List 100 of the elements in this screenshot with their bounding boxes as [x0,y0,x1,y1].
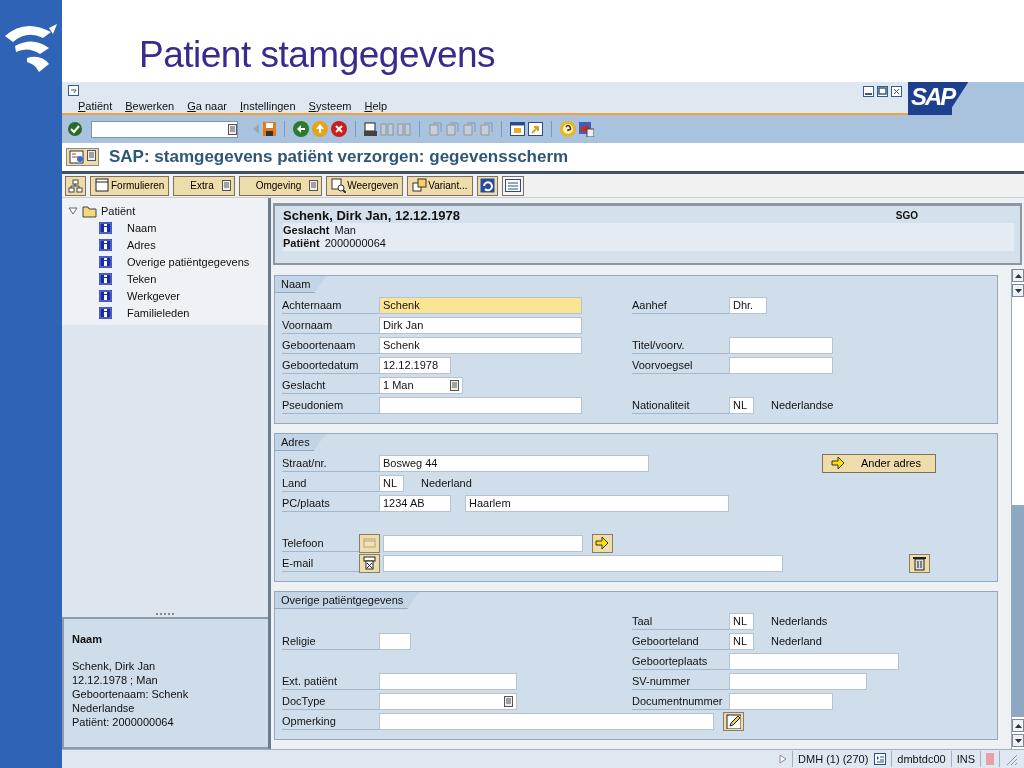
collapse-triangle-icon[interactable] [68,205,78,216]
fact-value: 2000000064 [324,237,386,250]
variant-icon [412,178,428,193]
input-field[interactable] [379,692,517,710]
input-field[interactable]: Schenk [379,296,582,314]
menu-item[interactable]: Patiënt [78,100,113,112]
toolbar-button[interactable]: Weergeven [326,175,404,196]
input-field[interactable]: 12.12.1978 [379,356,451,374]
input-field[interactable]: Haarlem [465,494,729,512]
info-text: Geboortenaam: Schenk [72,687,190,701]
refresh-button[interactable] [476,175,498,196]
field-description: Nederlands [771,615,828,627]
tree-item[interactable]: Adres [127,238,156,251]
print-icon[interactable] [364,122,377,136]
save-icon[interactable] [263,122,276,136]
new-session-icon[interactable] [510,122,525,136]
slide-title: Patient stamgegevens [138,33,497,77]
arrow-icon [831,456,845,470]
edit-button[interactable] [723,711,744,731]
fact-label: Patiënt [283,237,320,250]
input-field[interactable]: 1 Man [379,376,463,394]
input-field[interactable] [383,534,583,552]
session-list-icon[interactable] [874,753,887,765]
input-field[interactable] [379,672,517,690]
folder-icon [82,203,97,218]
scroll-up-icon[interactable] [1014,723,1022,728]
display-icon [331,178,347,193]
layout-icon[interactable] [579,121,594,137]
info-icon [99,306,112,319]
status-light-icon [986,753,994,765]
scroll-thumb[interactable] [1012,505,1024,717]
tree-item[interactable]: Familieleden [127,306,190,319]
menu-item[interactable]: Instellingen [239,100,296,112]
mail-button[interactable] [359,553,380,573]
info-icon [99,272,112,285]
tree-item[interactable]: Naam [127,221,157,234]
dropdown-icon[interactable] [228,123,237,135]
system-menu-icon[interactable] [68,85,79,96]
scroll-down-icon[interactable] [1014,738,1022,743]
menu-item[interactable]: Systeem [308,100,352,112]
title-icon-button[interactable] [66,148,99,166]
input-field[interactable] [729,356,833,374]
menu-item[interactable]: Help [364,100,388,112]
input-field[interactable]: Dirk Jan [379,316,582,334]
hierarchy-button[interactable] [65,175,86,196]
input-field[interactable]: NL [729,612,754,630]
info-text: 12.12.1978 ; Man [72,673,159,687]
back-icon[interactable] [293,121,309,137]
toolbar-button[interactable]: Formulieren [90,175,170,196]
delete-button[interactable] [909,553,930,573]
input-field[interactable] [379,632,411,650]
layout-button[interactable] [501,175,524,196]
close-icon[interactable] [891,86,902,97]
input-field[interactable] [379,712,714,730]
check-icon[interactable] [68,122,82,136]
panel-icon [504,179,521,192]
tree-item[interactable]: Overige patiëntgegevens [127,255,250,268]
maximize-icon[interactable] [877,86,888,97]
input-field[interactable]: NL [729,396,754,414]
scrollbar[interactable] [1011,269,1024,749]
input-field[interactable] [729,652,899,670]
input-field[interactable]: Bosweg 44 [379,454,649,472]
menu-item[interactable]: Bewerken [125,100,175,112]
input-field[interactable]: Schenk [379,336,582,354]
info-text: Nederlandse [72,701,136,715]
input-field[interactable] [729,672,867,690]
tree-item[interactable]: Teken [127,272,157,285]
toolbar-button[interactable]: Variant... [407,175,473,196]
scroll-up-icon[interactable] [1014,273,1022,278]
action-button[interactable]: Ander adres [822,453,936,473]
tree-item[interactable]: Werkgever [127,289,180,302]
command-field[interactable] [91,120,238,138]
cancel-icon[interactable] [331,121,347,137]
input-field[interactable] [383,554,783,572]
input-field[interactable]: NL [379,474,404,492]
shortcut-icon[interactable] [528,122,543,136]
info-text: Patiënt: 2000000064 [72,715,175,729]
input-field[interactable] [729,336,833,354]
menu-button[interactable]: Omgeving [238,175,323,196]
menu-button[interactable]: Extra [173,175,235,196]
input-field[interactable]: 1234 AB [379,494,451,512]
minimize-icon[interactable] [863,86,874,97]
input-field[interactable]: NL [729,632,754,650]
document-icon [69,150,85,164]
dropdown-icon[interactable] [504,695,513,707]
list-icon [87,150,96,161]
go-button[interactable] [592,533,613,553]
server-name: dmbtdc00 [897,753,946,765]
dropdown-icon [221,180,231,191]
expand-status-icon[interactable] [779,754,788,764]
dropdown-icon[interactable] [450,379,459,391]
input-field[interactable] [379,396,582,414]
info-icon [99,255,112,268]
input-field[interactable] [729,692,833,710]
help-icon[interactable] [560,121,576,137]
menu-item[interactable]: Ga naar [187,100,227,112]
resize-grip-icon[interactable] [1005,753,1017,765]
input-field[interactable]: Dhr. [729,296,767,314]
scroll-down-icon[interactable] [1014,288,1022,293]
tree-node[interactable]: Patiënt [101,204,136,217]
